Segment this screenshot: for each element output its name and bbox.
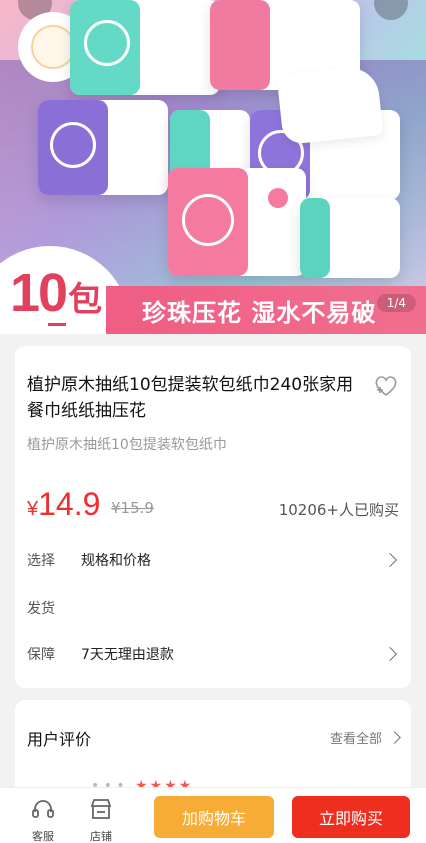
buy-now-button[interactable]: 立即购买 [292, 796, 410, 838]
chevron-right-icon [382, 552, 398, 568]
product-image-carousel[interactable]: 10包 珍珠压花 湿水不易破 1/4 [0, 0, 426, 334]
badge-underline [48, 323, 66, 326]
service-label: 客服 [32, 830, 54, 843]
store-icon [90, 799, 112, 819]
shop-label: 店铺 [90, 830, 112, 843]
spec-label: 选择 [27, 553, 55, 569]
spec-selector-row[interactable]: 选择 规格和价格 [27, 548, 399, 572]
view-all-reviews-link[interactable]: 查看全部 [330, 728, 401, 747]
bottom-action-bar: 客服 店铺 加购物车 立即购买 [0, 787, 426, 843]
shop-tab[interactable]: 店铺 [76, 798, 126, 843]
heart-add-icon[interactable] [373, 374, 399, 398]
tissue-sheet [276, 64, 384, 146]
customer-service-tab[interactable]: 客服 [18, 798, 68, 843]
tissue-pack [300, 198, 400, 278]
add-to-cart-button[interactable]: 加购物车 [154, 796, 274, 838]
price-row: ¥14.9 ¥15.9 10206+人已购买 [27, 486, 399, 526]
guarantee-row[interactable]: 保障 7天无理由退款 [27, 642, 399, 666]
chevron-right-icon [388, 731, 401, 744]
product-title: 植护原木抽纸10包提装软包纸巾240张家用餐巾纸纸抽压花 [27, 375, 354, 421]
tissue-pack-front [168, 168, 306, 276]
product-info-card: 植护原木抽纸10包提装软包纸巾240张家用餐巾纸纸抽压花 植护原木抽纸10包提装… [15, 346, 411, 688]
slogan-text: 珍珠压花 湿水不易破 [142, 298, 377, 327]
menu-button-edge[interactable] [374, 0, 408, 20]
chevron-right-icon [382, 646, 398, 662]
carousel-page-indicator: 1/4 [376, 294, 416, 312]
reviews-title: 用户评价 [27, 730, 92, 749]
tissue-pack [38, 100, 168, 195]
product-subtitle: 植护原木抽纸10包提装软包纸巾 [27, 437, 227, 453]
headset-icon [32, 800, 54, 818]
slogan-ribbon: 珍珠压花 湿水不易破 [106, 286, 426, 334]
guarantee-label: 保障 [27, 647, 55, 663]
sold-count: 10206+人已购买 [278, 501, 399, 519]
shipping-label: 发货 [27, 601, 55, 617]
guarantee-value: 7天无理由退款 [81, 647, 174, 663]
current-price: ¥14.9 [27, 486, 101, 522]
original-price: ¥15.9 [111, 499, 154, 517]
tissue-pack [70, 0, 220, 95]
shipping-row: 发货 [27, 596, 399, 620]
pack-count-badge: 10包 [10, 263, 102, 323]
product-page: 10包 珍珠压花 湿水不易破 1/4 植护原木抽纸10包提装软包纸巾240张家用… [0, 0, 426, 843]
spec-value: 规格和价格 [81, 553, 151, 569]
